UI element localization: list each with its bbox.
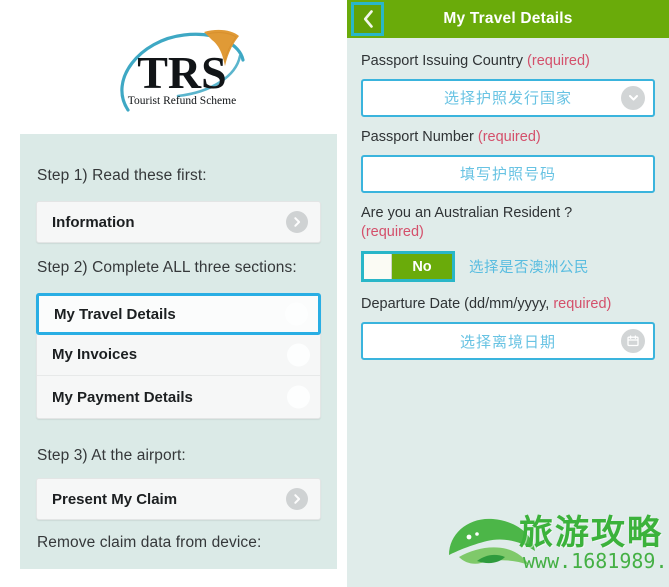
page-title: My Travel Details [443, 10, 573, 27]
right-panel-travel-details-screen: My Travel Details Passport Issuing Count… [347, 0, 669, 587]
remove-claim-data-label: Remove claim data from device: [37, 534, 262, 551]
app-root: TRS Tourist Refund Scheme Step 1) Read t… [0, 0, 669, 587]
australian-resident-row: No 选择是否澳洲公民 [361, 251, 655, 283]
present-my-claim-button[interactable]: Present My Claim [36, 478, 321, 520]
information-button-label: Information [52, 213, 135, 231]
passport-country-label: Passport Issuing Country (required) [361, 52, 655, 71]
passport-number-placeholder: 填写护照号码 [459, 165, 556, 184]
svg-text:TRS: TRS [137, 47, 226, 98]
present-my-claim-label: Present My Claim [52, 490, 178, 508]
australian-resident-toggle[interactable]: No [361, 251, 455, 283]
sidebar-item-my-travel-details[interactable]: My Travel Details [36, 293, 321, 335]
chevron-down-circle-icon[interactable] [621, 85, 645, 110]
trs-logo: TRS Tourist Refund Scheme [112, 22, 252, 120]
passport-number-label: Passport Number (required) [361, 128, 655, 147]
chevron-right-circle-icon [286, 211, 308, 233]
passport-number-label-text: Passport Number [361, 128, 478, 145]
passport-number-required: (required) [477, 128, 541, 145]
toggle-knob [364, 254, 392, 280]
sidebar-item-my-invoices[interactable]: My Invoices [37, 334, 320, 376]
back-button[interactable] [351, 2, 384, 36]
australian-resident-label: Are you an Australian Resident ? (requir… [361, 204, 655, 242]
step2-label: Step 2) Complete ALL three sections: [37, 259, 297, 276]
status-circle-icon [287, 385, 310, 409]
australian-resident-required: (required) [361, 223, 424, 240]
logo-tagline: Tourist Refund Scheme [128, 95, 236, 107]
my-travel-details-label: My Travel Details [54, 305, 176, 323]
my-invoices-label: My Invoices [52, 346, 138, 363]
sidebar-item-my-payment-details[interactable]: My Payment Details [37, 376, 320, 418]
status-circle-icon [287, 343, 310, 366]
toggle-value: No [412, 258, 432, 275]
departure-date-placeholder: 选择离境日期 [459, 332, 556, 351]
sections-group: My Travel Details My Invoices My Payment… [36, 293, 321, 419]
departure-date-label: Departure Date (dd/mm/yyyy, required) [361, 295, 655, 314]
passport-country-placeholder: 选择护照发行国家 [443, 89, 572, 108]
departure-date-label-text: Departure Date (dd/mm/yyyy, [361, 296, 554, 313]
passport-country-label-text: Passport Issuing Country [361, 53, 528, 69]
australian-resident-hint: 选择是否澳洲公民 [469, 260, 589, 277]
left-panel-home-screen: TRS Tourist Refund Scheme Step 1) Read t… [0, 0, 347, 587]
passport-country-select[interactable]: 选择护照发行国家 [361, 78, 655, 117]
calendar-circle-icon[interactable] [621, 329, 645, 354]
step3-label: Step 3) At the airport: [37, 447, 186, 464]
information-button[interactable]: Information [36, 201, 321, 243]
departure-date-input[interactable]: 选择离境日期 [361, 322, 655, 361]
chevron-left-icon [363, 10, 373, 28]
australian-resident-label-text: Are you an Australian Resident ? [361, 204, 573, 221]
passport-country-required: (required) [527, 53, 590, 69]
screen-header: My Travel Details [347, 0, 669, 38]
my-payment-details-label: My Payment Details [52, 388, 193, 406]
status-circle-icon [285, 302, 308, 326]
departure-date-required: required) [553, 296, 612, 313]
steps-card: Step 1) Read these first: Information St… [20, 134, 337, 569]
step1-label: Step 1) Read these first: [37, 167, 207, 184]
form-body: Passport Issuing Country (required) 选择护照… [347, 52, 669, 361]
passport-number-input[interactable]: 填写护照号码 [361, 154, 655, 193]
chevron-right-circle-icon [286, 488, 308, 510]
